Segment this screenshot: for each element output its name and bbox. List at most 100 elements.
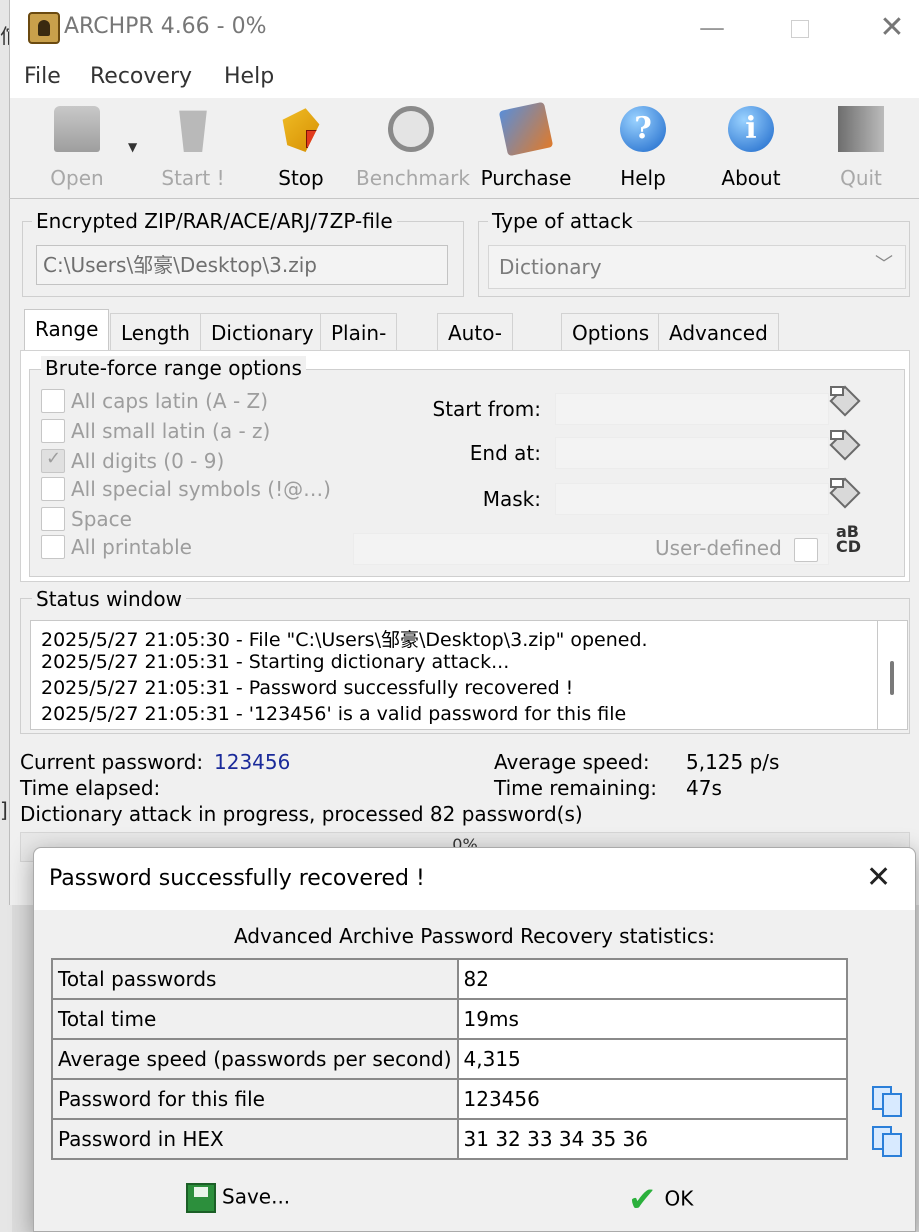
table-row: Average speed (passwords per second) 4,31… [51,1038,849,1080]
tab-length[interactable]: Length [110,313,201,351]
checkbox-space[interactable] [41,506,65,531]
about-label: About [721,166,781,190]
checkbox-all-printable[interactable] [41,534,65,559]
start-label: Start ! [161,166,225,190]
toolbar: Open ▼ Start ! Stop Benchmark Purchase ?… [10,98,919,198]
attack-type-group-label: Type of attack [488,209,637,233]
ok-button-label: OK [664,1186,694,1211]
menu-recovery[interactable]: Recovery [90,64,192,89]
open-dropdown-arrow-icon[interactable]: ▼ [128,140,137,154]
user-defined-label: User-defined [655,536,782,560]
menu-bar: File Recovery Help [10,58,919,98]
about-button[interactable]: i About [696,106,806,190]
checkbox-caps-latin[interactable] [41,388,65,413]
status-window-label: Status window [32,587,186,611]
table-row: Password for this file 123456 [51,1078,849,1120]
stat-value[interactable]: 4,315 [456,1038,849,1080]
end-at-picker-icon[interactable] [826,428,866,468]
purchase-label: Purchase [480,166,572,190]
open-folder-icon [54,106,100,152]
maximize-button[interactable] [778,8,822,48]
close-button[interactable]: ✕ [870,8,914,48]
user-defined-option[interactable]: User-defined [655,536,824,562]
background-fragment: ] [0,798,8,822]
dialog-title-bar[interactable]: Password successfully recovered ! ✕ [34,848,915,910]
option-special-symbols[interactable]: All special symbols (!@…) [41,475,371,503]
option-caps-latin[interactable]: All caps latin (A - Z) [41,387,309,415]
help-question-icon: ? [620,106,666,152]
quit-button[interactable]: Quit [806,106,916,190]
tab-range[interactable]: Range [24,309,110,351]
brute-force-range-label: Brute-force range options [41,356,306,380]
open-button[interactable]: Open [22,106,132,190]
statistics-table: Total passwords 82 Total time 19ms Average… [51,958,849,1160]
option-small-latin[interactable]: All small latin (a - z) [41,417,311,445]
stop-keys-icon [282,108,320,152]
tab-advanced[interactable]: Advanced [658,313,779,351]
close-icon: ✕ [879,10,905,45]
time-remaining-value: 47s [686,776,722,800]
tab-auto-save[interactable]: Auto-save [437,313,514,383]
end-at-label: End at: [413,437,551,469]
stop-label: Stop [278,166,324,190]
checkbox-digits[interactable] [41,448,65,473]
purchase-button[interactable]: Purchase [471,101,581,190]
archpr-app-icon [28,12,60,44]
stat-value[interactable]: 19ms [456,998,849,1040]
start-from-picker-icon[interactable] [826,384,866,424]
checkbox-small-latin[interactable] [41,418,65,443]
menu-help[interactable]: Help [224,64,274,89]
save-button[interactable]: Save... [186,1183,290,1213]
window-title: ARCHPR 4.66 - 0% [64,14,267,39]
chevron-down-icon: ﹀ [875,254,893,275]
scrollbar-thumb[interactable] [890,661,894,695]
start-from-input[interactable] [555,393,829,425]
stat-value[interactable]: 123456 [456,1078,849,1120]
open-label: Open [50,166,104,190]
copy-password-icon[interactable] [870,1084,904,1118]
attack-type-select[interactable]: Dictionary ﹀ [488,245,906,289]
encrypted-file-group-label: Encrypted ZIP/RAR/ACE/ARJ/7ZP-file [32,209,397,233]
table-row: Password in HEX 31 32 33 34 35 36 [51,1118,849,1160]
tab-plain-text[interactable]: Plain-text [320,313,398,383]
title-bar[interactable]: ARCHPR 4.66 - 0% — ✕ [10,0,919,58]
save-button-label: Save... [222,1184,291,1209]
mask-label: Mask: [419,483,551,515]
average-speed-label: Average speed: [494,750,650,774]
quit-label: Quit [840,166,882,190]
status-log[interactable]: 2025/5/27 21:05:30 - File "C:\Users\邹豪\D… [30,620,878,730]
option-space[interactable]: Space [41,505,172,533]
minimize-button[interactable]: — [690,8,734,48]
status-log-line: 2025/5/27 21:05:30 - File "C:\Users\邹豪\D… [41,629,648,651]
start-keys-icon [179,110,207,152]
status-log-scrollbar[interactable] [878,620,908,730]
tab-options[interactable]: Options [561,313,661,351]
stop-button[interactable]: Stop [246,106,356,190]
start-button[interactable]: Start ! [138,106,248,190]
menu-file[interactable]: File [24,64,61,89]
ok-button[interactable]: ✔ OK [628,1180,693,1220]
mask-input[interactable] [555,483,829,515]
attack-type-selected: Dictionary [499,255,602,279]
option-digits[interactable]: All digits (0 - 9) [41,447,265,475]
current-password-value: 123456 [214,750,291,774]
dialog-close-button[interactable]: ✕ [866,860,891,895]
encrypted-file-path-input[interactable]: C:\Users\邹豪\Desktop\3.zip [36,245,448,285]
stat-value[interactable]: 31 32 33 34 35 36 [456,1118,849,1160]
stat-value[interactable]: 82 [456,958,849,1000]
copy-hex-icon[interactable] [870,1124,904,1158]
option-all-printable[interactable]: All printable [41,533,232,561]
end-at-input[interactable] [555,437,829,469]
checkbox-special-symbols[interactable] [41,476,65,501]
tab-dictionary[interactable]: Dictionary [200,313,325,351]
stat-key: Password in HEX [51,1118,459,1160]
stat-key: Average speed (passwords per second) [51,1038,459,1080]
checkmark-icon: ✔ [628,1180,657,1220]
benchmark-button[interactable]: Benchmark [356,106,470,190]
checkbox-user-defined[interactable] [794,537,819,562]
time-elapsed-label: Time elapsed: [20,776,161,800]
help-button[interactable]: ? Help [588,106,698,190]
charset-editor-icon[interactable]: aB CD [836,524,861,555]
mask-picker-icon[interactable] [826,476,866,516]
maximize-icon [791,19,809,38]
